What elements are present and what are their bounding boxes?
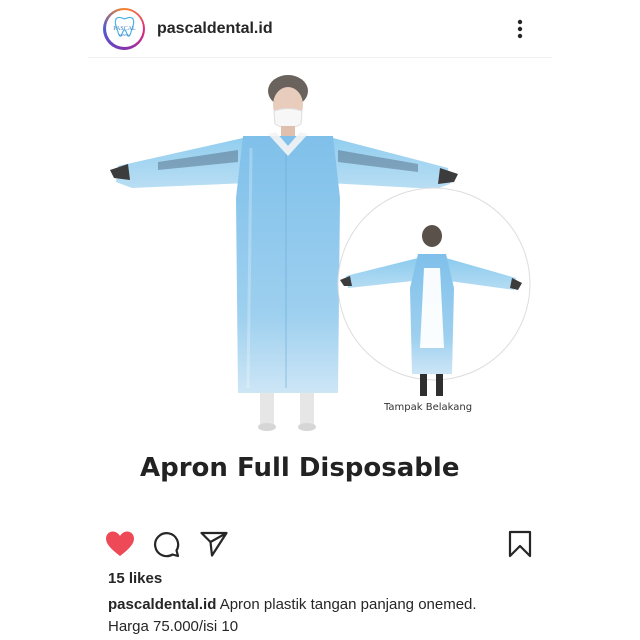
post-header: PASCAL DENTAL pascaldental.id (88, 0, 552, 58)
inset-label: Tampak Belakang (383, 402, 472, 413)
caption-text-line1: Apron plastik tangan panjang onemed. (216, 596, 477, 613)
post-username[interactable]: pascaldental.id (157, 20, 273, 38)
caption-username[interactable]: pascaldental.id (108, 596, 216, 613)
bookmark-icon (508, 530, 532, 558)
product-title: Apron Full Disposable (140, 453, 459, 483)
more-options-button[interactable] (508, 17, 532, 41)
avatar-logo: PASCAL DENTAL (105, 10, 143, 47)
more-vertical-icon (517, 19, 523, 39)
heart-filled-icon (106, 531, 134, 556)
save-button[interactable] (504, 528, 536, 560)
share-button[interactable] (198, 528, 230, 560)
instagram-post: PASCAL DENTAL pascaldental.id Tampak Bel… (88, 0, 552, 640)
apron-product-image: Tampak Belakang Apron Full Disposable (110, 75, 531, 483)
avatar-text: PASCAL (113, 26, 136, 32)
caption-text-line2: Harga 75.000/isi 10 (108, 618, 239, 635)
comment-button[interactable] (150, 528, 182, 560)
back-view-inset: Tampak Belakang (337, 187, 531, 413)
paper-plane-icon (200, 531, 228, 557)
likes-count[interactable]: 15 likes (108, 570, 162, 587)
avatar[interactable]: PASCAL DENTAL (103, 7, 145, 50)
comment-icon (154, 532, 180, 558)
post-photo[interactable]: Tampak Belakang Apron Full Disposable (88, 58, 552, 516)
like-button[interactable] (104, 528, 136, 560)
avatar-subtext: DENTAL (118, 33, 130, 37)
post-caption: pascaldental.id Apron plastik tangan pan… (108, 594, 538, 638)
action-bar (88, 522, 552, 566)
